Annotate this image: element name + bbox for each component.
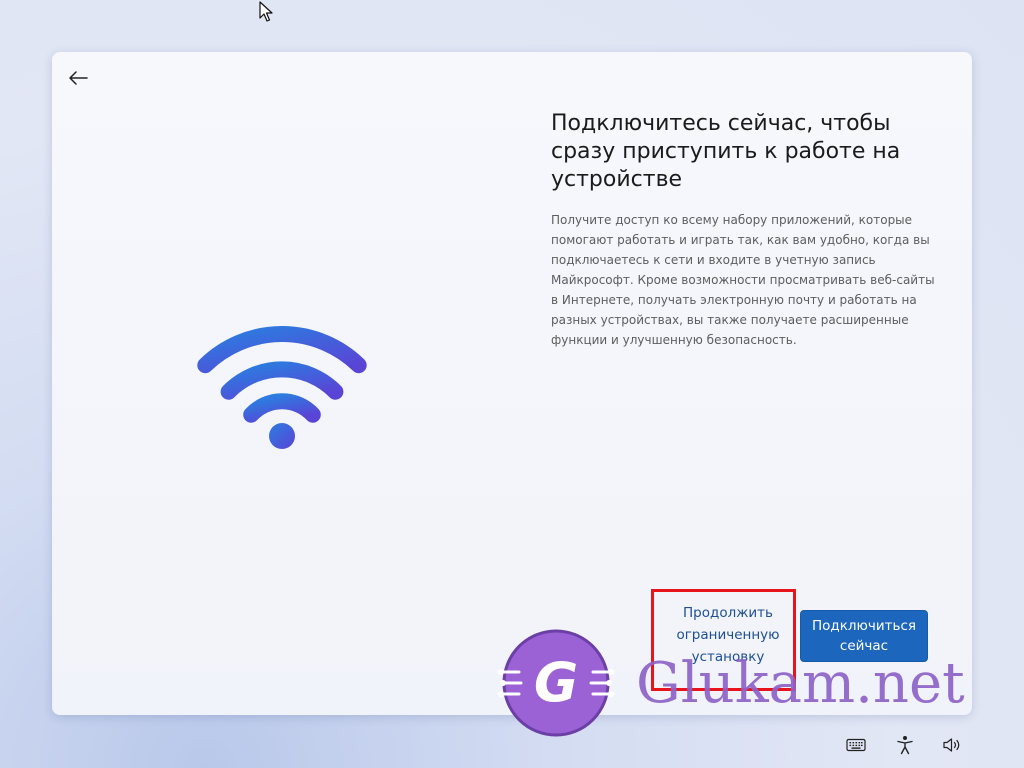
accessibility-button[interactable] bbox=[894, 734, 916, 756]
watermark-text: Glukam.net bbox=[636, 651, 965, 716]
setup-card: Подключитесь сейчас, чтобы сразу приступ… bbox=[52, 52, 972, 715]
watermark-logo-letter: G bbox=[534, 651, 578, 714]
volume-icon bbox=[943, 738, 960, 752]
wifi-icon bbox=[197, 326, 367, 449]
keyboard-button[interactable] bbox=[845, 734, 867, 756]
back-button[interactable] bbox=[64, 66, 92, 90]
volume-button[interactable] bbox=[941, 734, 963, 756]
mouse-cursor-icon bbox=[259, 1, 273, 22]
accessibility-icon bbox=[897, 736, 913, 755]
watermark-logo: G bbox=[497, 629, 615, 737]
arrow-left-icon bbox=[69, 71, 88, 85]
page-title: Подключитесь сейчас, чтобы сразу приступ… bbox=[551, 111, 901, 192]
page-description: Получите доступ ко всему набору приложен… bbox=[551, 213, 935, 347]
keyboard-icon bbox=[846, 738, 866, 752]
